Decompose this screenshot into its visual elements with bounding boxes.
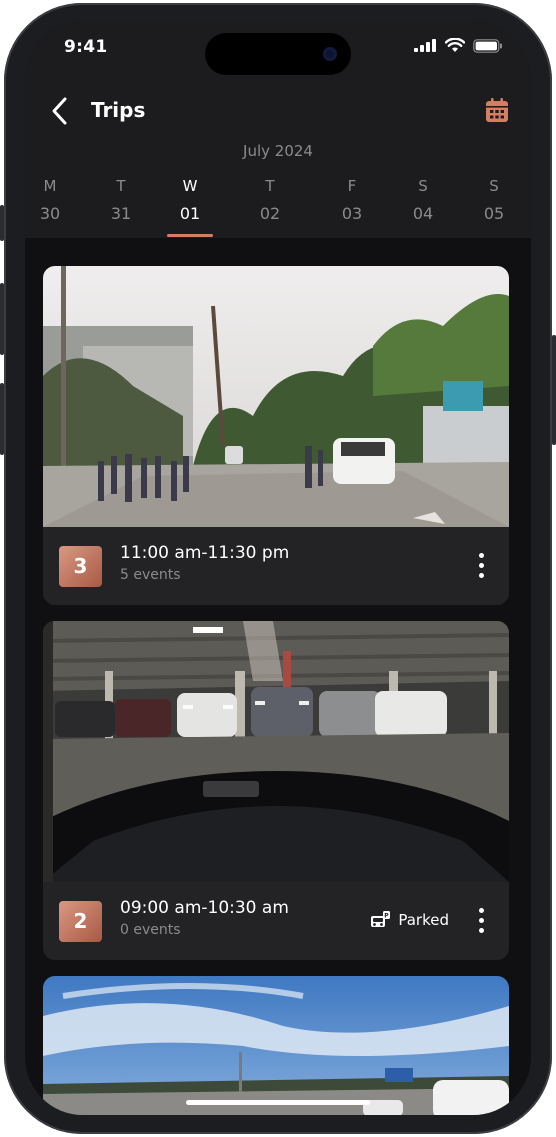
power-button — [552, 335, 556, 445]
more-options-icon[interactable] — [477, 908, 485, 936]
svg-text:P: P — [385, 913, 390, 920]
battery-icon — [473, 38, 502, 53]
action-button — [0, 205, 4, 241]
day-letter: S — [489, 177, 499, 195]
trip-event-count: 0 events — [120, 922, 181, 938]
trip-info: 3 11:00 am-11:30 pm 5 events — [43, 529, 509, 605]
day-letter: T — [265, 177, 275, 195]
trip-info: 2 09:00 am-10:30 am 0 events P Parked — [43, 884, 509, 960]
front-camera — [323, 47, 337, 61]
day-date: 02 — [259, 204, 281, 223]
day-date: 03 — [341, 204, 363, 223]
day-item-selected[interactable]: W 01 — [167, 177, 213, 237]
day-item[interactable]: F 03 — [330, 177, 374, 223]
day-item[interactable]: T 02 — [248, 177, 292, 223]
status-time: 9:41 — [64, 37, 108, 57]
day-item[interactable]: S 05 — [472, 177, 516, 223]
day-letter: S — [418, 177, 428, 195]
trip-thumbnail[interactable] — [43, 976, 509, 1115]
calendar-icon[interactable] — [485, 97, 509, 123]
parked-car-icon: P — [371, 911, 391, 927]
home-indicator — [186, 1100, 370, 1105]
trip-event-count: 5 events — [120, 567, 181, 583]
trip-thumbnail[interactable] — [43, 621, 509, 882]
dynamic-island — [205, 33, 351, 75]
parked-label: Parked — [398, 911, 449, 929]
trip-card[interactable]: 2 09:00 am-10:30 am 0 events P Parked — [43, 621, 509, 960]
day-date: 04 — [412, 204, 434, 223]
more-options-icon[interactable] — [477, 553, 485, 581]
day-item[interactable]: M 30 — [28, 177, 72, 223]
day-date: 30 — [39, 204, 61, 223]
trip-card[interactable]: 3 11:00 am-11:30 pm 5 events — [43, 266, 509, 605]
day-letter: T — [116, 177, 126, 195]
trip-time-range: 11:00 am-11:30 pm — [120, 543, 290, 563]
signal-icon — [414, 39, 436, 52]
trip-number-badge: 2 — [59, 901, 102, 942]
app-header: 9:41 Trips July 2024 M 30 T 31 W 01 T 02… — [25, 22, 531, 238]
trip-card[interactable] — [43, 976, 509, 1115]
day-item[interactable]: T 31 — [99, 177, 143, 223]
day-item[interactable]: S 04 — [401, 177, 445, 223]
day-date: 05 — [483, 204, 505, 223]
day-date: 31 — [110, 204, 132, 223]
month-label: July 2024 — [243, 142, 313, 160]
day-letter: M — [43, 177, 57, 195]
page-title: Trips — [91, 98, 146, 122]
day-letter: W — [182, 177, 198, 195]
trip-number-badge: 3 — [59, 546, 102, 587]
volume-down-button — [0, 383, 4, 455]
back-arrow-icon[interactable] — [48, 96, 74, 126]
status-icons — [414, 38, 503, 53]
title-bar: Trips — [25, 92, 531, 132]
day-date: 01 — [179, 204, 201, 223]
trip-thumbnail[interactable] — [43, 266, 509, 527]
selected-day-underline — [167, 234, 213, 237]
trip-time-range: 09:00 am-10:30 am — [120, 898, 289, 918]
parked-status: P Parked — [371, 911, 449, 929]
app-screen: 9:41 Trips July 2024 M 30 T 31 W 01 T 02… — [25, 22, 531, 1115]
day-letter: F — [347, 177, 357, 195]
week-selector: M 30 T 31 W 01 T 02 F 03 S 04 S 05 — [25, 177, 531, 239]
wifi-icon — [445, 38, 465, 52]
volume-up-button — [0, 283, 4, 355]
